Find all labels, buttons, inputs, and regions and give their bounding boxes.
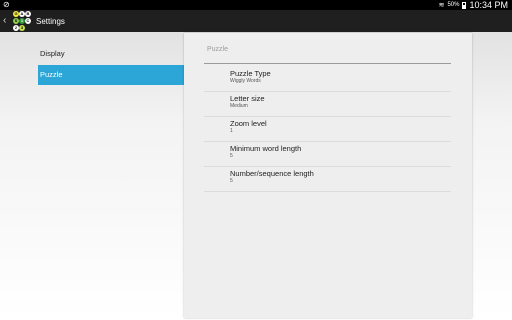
app-icon-tile: B xyxy=(25,11,31,17)
settings-panel: Puzzle Puzzle Type Wiggly Words Letter s… xyxy=(184,33,472,318)
chevron-left-icon[interactable]: ‹ xyxy=(3,10,11,32)
preference-list: Puzzle Type Wiggly Words Letter size Med… xyxy=(204,67,451,192)
pref-summary: 5 xyxy=(230,153,233,159)
nav-item-display[interactable]: Display xyxy=(38,44,184,64)
pref-title: Letter size xyxy=(230,94,265,103)
divider xyxy=(204,63,451,64)
nav-item-puzzle[interactable]: Puzzle xyxy=(38,65,184,85)
wifi-icon: ≋ xyxy=(438,2,445,9)
page-title: Settings xyxy=(36,16,65,26)
notification-icon: ⊘ xyxy=(3,0,10,9)
pref-title: Minimum word length xyxy=(230,144,302,153)
pref-summary: Wiggly Words xyxy=(230,78,261,84)
pref-summary: Medium xyxy=(230,103,248,109)
battery-icon xyxy=(462,1,467,9)
action-bar: ‹ G A B S 1 C 2 3 Settings xyxy=(0,10,512,32)
status-indicators: ≋ 50% 10:34 PM xyxy=(439,0,512,10)
panel-header: Puzzle xyxy=(207,46,229,53)
status-bar: ⊘ ≋ 50% 10:34 PM xyxy=(0,0,512,10)
pref-summary: 1 xyxy=(230,128,233,134)
pref-title: Zoom level xyxy=(230,119,267,128)
app-icon-tile: C xyxy=(25,18,31,24)
battery-percent: 50% xyxy=(447,2,460,8)
pref-puzzle-type[interactable]: Puzzle Type Wiggly Words xyxy=(204,67,451,92)
pref-zoom-level[interactable]: Zoom level 1 xyxy=(204,117,451,142)
pref-minimum-word-length[interactable]: Minimum word length 5 xyxy=(204,142,451,167)
pref-title: Number/sequence length xyxy=(230,169,314,178)
pref-title: Puzzle Type xyxy=(230,69,271,78)
app-icon-tile: 3 xyxy=(19,25,25,31)
pref-number-sequence-length[interactable]: Number/sequence length 5 xyxy=(204,167,451,192)
app-icon[interactable]: G A B S 1 C 2 3 xyxy=(12,11,32,31)
clock: 10:34 PM xyxy=(469,0,508,10)
pref-letter-size[interactable]: Letter size Medium xyxy=(204,92,451,117)
settings-nav: Display Puzzle xyxy=(38,44,184,86)
pref-summary: 5 xyxy=(230,178,233,184)
